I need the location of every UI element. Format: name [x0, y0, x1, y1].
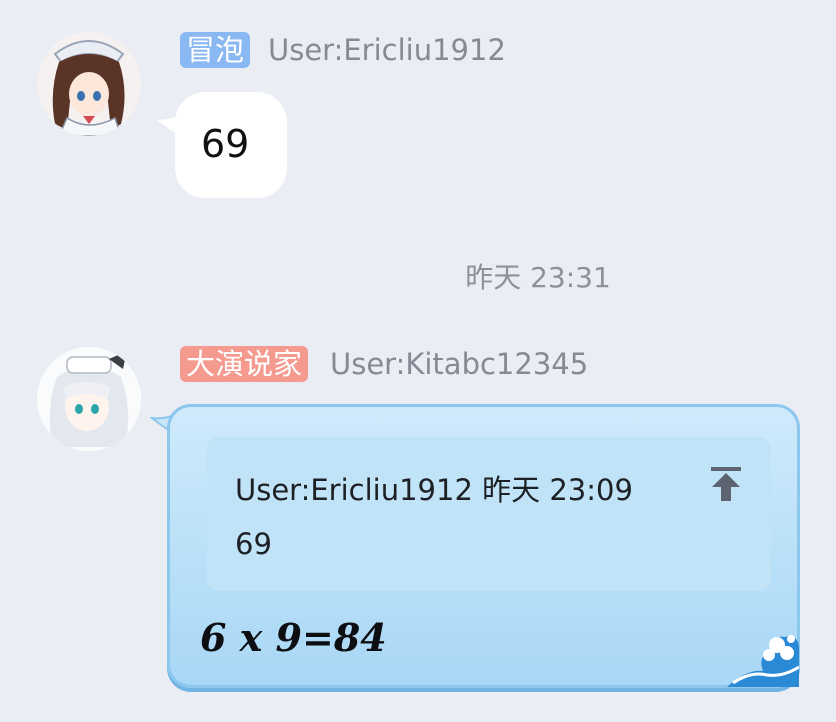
message-text: 6 x 9=84 [200, 615, 387, 660]
message-text: 69 [201, 122, 250, 166]
wave-decoration-icon [727, 635, 799, 687]
quoted-message-text: 69 [235, 527, 272, 561]
message-bubble[interactable]: User:Ericliu1912 昨天 23:09 69 6 x 9=84 [167, 404, 800, 688]
user-title-badge: 大演说家 [180, 346, 309, 382]
anime-girl-avatar-icon [37, 32, 141, 136]
username[interactable]: User:Kitabc12345 [330, 346, 588, 382]
user-title-badge: 冒泡 [180, 32, 251, 68]
quoted-message[interactable]: User:Ericliu1912 昨天 23:09 69 [207, 437, 771, 591]
username[interactable]: User:Ericliu1912 [268, 32, 506, 68]
pin-to-top-icon[interactable] [709, 465, 743, 503]
anime-girl-avatar-icon [37, 347, 141, 451]
quoted-message-header: User:Ericliu1912 昨天 23:09 [235, 473, 633, 507]
timestamp: 昨天 23:31 [465, 261, 611, 294]
avatar-kitabc12345[interactable] [37, 347, 141, 451]
message-bubble[interactable]: 69 [175, 92, 287, 198]
avatar-ericliu1912[interactable] [37, 32, 141, 136]
